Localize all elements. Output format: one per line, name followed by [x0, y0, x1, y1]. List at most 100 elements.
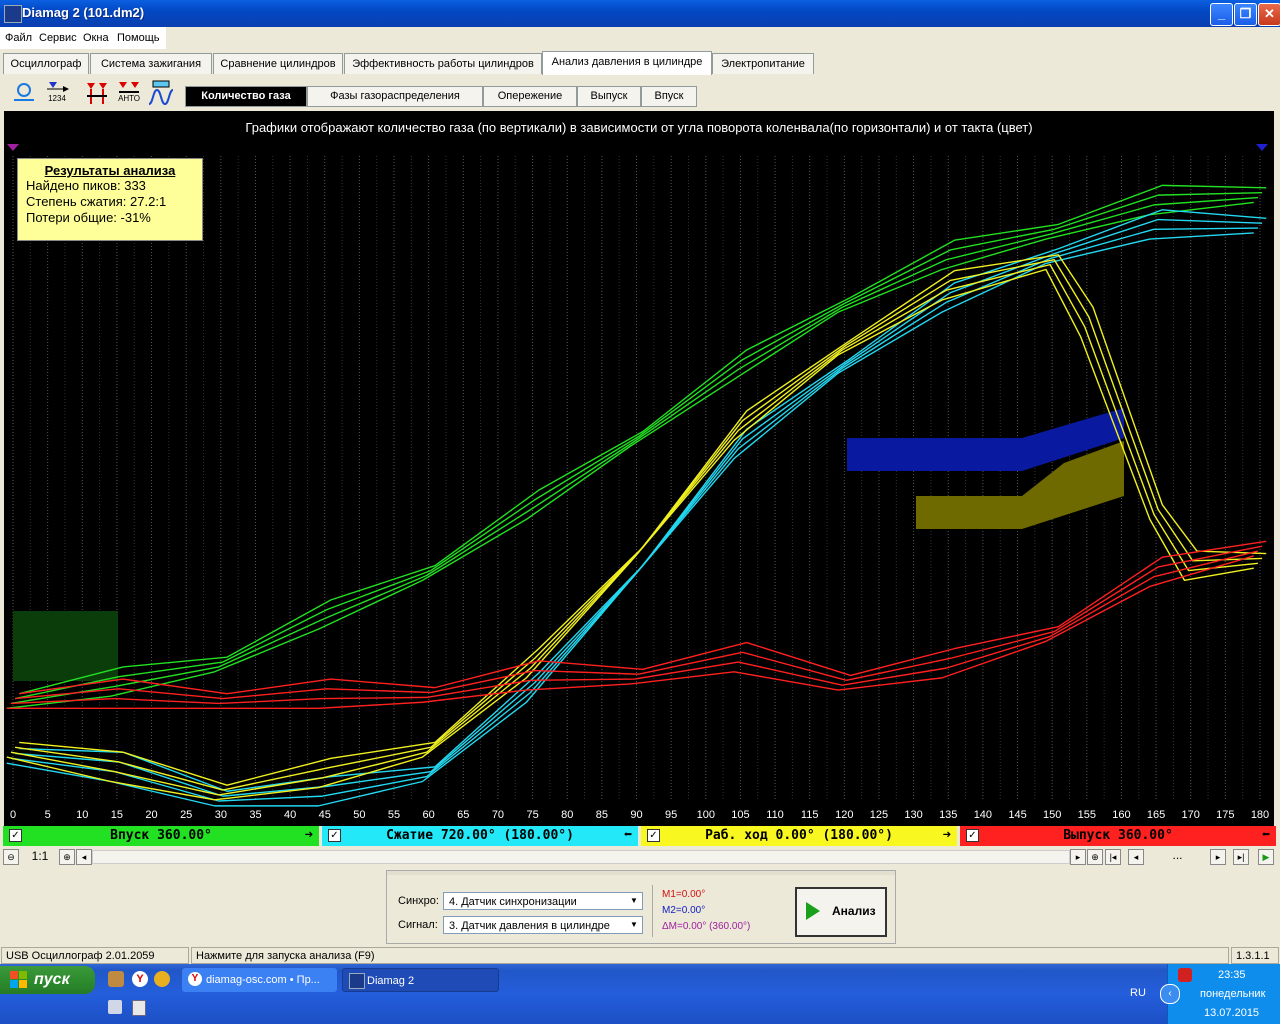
language-indicator[interactable]: RU: [1130, 987, 1146, 999]
x-tick-label: 60: [422, 809, 435, 821]
phase-intake-bar[interactable]: ✓ Впуск 360.00° ➜: [3, 826, 319, 846]
subtab-exhaust[interactable]: Выпуск: [577, 86, 641, 107]
tab-oscilloscope[interactable]: Осциллограф: [3, 53, 89, 74]
intake-region: [13, 611, 118, 681]
menu-help[interactable]: Помощь: [117, 32, 160, 44]
clock-date: 13.07.2015: [1204, 1007, 1260, 1019]
maximize-button[interactable]: ❐: [1234, 3, 1257, 26]
prev-frame-icon[interactable]: ◂: [1128, 849, 1144, 865]
results-losses: Потери общие: -31%: [26, 210, 151, 225]
markers-icon[interactable]: [83, 80, 111, 106]
x-tick-label: 40: [283, 809, 297, 821]
clock-time[interactable]: 23:35: [1218, 969, 1246, 981]
tab-cylinder-efficiency[interactable]: Эффективность работы цилиндров: [344, 53, 542, 74]
x-tick-label: 30: [214, 809, 227, 821]
task-diamag[interactable]: Diamag 2: [342, 968, 499, 992]
x-tick-label: 165: [1146, 809, 1166, 821]
sync-value: 4. Датчик синхронизации: [449, 896, 577, 908]
tab-cylinder-compare[interactable]: Сравнение цилиндров: [213, 53, 343, 74]
x-tick-label: 70: [491, 809, 505, 821]
signal-value: 3. Датчик давления в цилиндре: [449, 920, 610, 932]
chevron-down-icon[interactable]: ▼: [626, 893, 642, 909]
app-icon: [349, 973, 365, 989]
scroll-right-icon[interactable]: ▸: [1070, 849, 1086, 865]
zoom-fit-icon[interactable]: ⊕: [1087, 849, 1103, 865]
tray-expand-icon[interactable]: ‹: [1160, 984, 1180, 1004]
sync-select[interactable]: 4. Датчик синхронизации ▼: [443, 892, 643, 910]
x-tick-label: 15: [110, 809, 124, 821]
yandex-browser-icon[interactable]: Y: [132, 971, 148, 987]
quicklaunch-settings-icon[interactable]: [108, 1000, 122, 1014]
cylinder-order-icon[interactable]: 1234: [43, 80, 71, 106]
waveform-icon[interactable]: [147, 80, 175, 106]
x-tick-label: 155: [1077, 809, 1096, 821]
x-tick-label: 175: [1216, 809, 1235, 821]
phase-compression-bar[interactable]: ✓ Сжатие 720.00° (180.00°) ⬅: [322, 826, 638, 846]
arrow-left-icon[interactable]: ⬅: [624, 827, 632, 843]
marker-delta: ΔM=0.00° (360.00°): [662, 921, 751, 932]
arrow-left-icon[interactable]: ⬅: [1262, 827, 1270, 843]
x-tick-label: 160: [1112, 809, 1131, 821]
analysis-results-box: Результаты анализа Найдено пиков: 333 Ст…: [17, 158, 203, 241]
task-diamag-label: Diamag 2: [367, 975, 415, 987]
arrow-right-icon[interactable]: ➜: [943, 827, 951, 843]
zoom-out-icon[interactable]: ⊖: [3, 849, 19, 865]
timeline-scrollbar[interactable]: [92, 850, 1070, 864]
play-icon[interactable]: ▶: [1258, 849, 1274, 865]
x-tick-label: 100: [696, 809, 715, 821]
series-line-1: [6, 232, 1254, 807]
zoom-in-icon[interactable]: ⊕: [59, 849, 75, 865]
window-title: Diamag 2 (101.dm2): [22, 5, 145, 20]
title-bar[interactable]: Diamag 2 (101.dm2) _ ❐ ✕: [0, 0, 1280, 27]
minimize-button[interactable]: _: [1210, 3, 1233, 26]
x-tick-label: 115: [800, 809, 819, 821]
cylinder-view-icon[interactable]: [10, 80, 38, 106]
subtab-intake[interactable]: Впуск: [641, 86, 697, 107]
x-tick-label: 105: [731, 809, 750, 821]
scroll-left-icon[interactable]: ◂: [76, 849, 92, 865]
tray-app-icon[interactable]: [1178, 968, 1192, 982]
chevron-down-icon[interactable]: ▼: [626, 917, 642, 933]
signal-label: Сигнал:: [398, 919, 438, 931]
arrow-right-icon[interactable]: ➜: [305, 827, 313, 843]
next-frame-icon[interactable]: ▸: [1210, 849, 1226, 865]
subtab-advance[interactable]: Опережение: [483, 86, 577, 107]
phase-power-bar[interactable]: ✓ Раб. ход 0.00° (180.00°) ➜: [641, 826, 957, 846]
quicklaunch-app-icon[interactable]: [108, 971, 124, 987]
phase-intake-label: Впуск 360.00°: [110, 828, 212, 843]
close-button[interactable]: ✕: [1258, 3, 1280, 26]
start-button[interactable]: пуск: [0, 966, 95, 994]
phase-exhaust-bar[interactable]: ✓ Выпуск 360.00° ⬅: [960, 826, 1276, 846]
x-tick-label: 75: [526, 809, 539, 821]
quicklaunch-document-icon[interactable]: [132, 1000, 146, 1016]
x-tick-label: 95: [665, 809, 678, 821]
menu-windows[interactable]: Окна: [83, 32, 109, 44]
panel-splitter[interactable]: [387, 871, 895, 875]
chrome-icon[interactable]: [154, 971, 170, 987]
signal-select[interactable]: 3. Датчик давления в цилиндре ▼: [443, 916, 643, 934]
marker-m1: M1=0.00°: [662, 889, 706, 900]
tab-ignition[interactable]: Система зажигания: [90, 53, 212, 74]
menu-file[interactable]: Файл: [5, 32, 32, 44]
analyze-label: Анализ: [832, 904, 876, 918]
task-browser[interactable]: Y diamag-osc.com • Пр...: [182, 968, 337, 992]
auto-markers-icon[interactable]: АНТО: [115, 80, 143, 106]
subtab-valve-timing[interactable]: Фазы газораспределения: [307, 86, 483, 107]
right-marker-icon[interactable]: [1256, 144, 1268, 151]
analyze-button[interactable]: Анализ: [795, 887, 887, 937]
x-tick-label: 35: [249, 809, 262, 821]
last-frame-icon[interactable]: ▸|: [1233, 849, 1249, 865]
main-tabs: Осциллограф Система зажигания Сравнение …: [0, 51, 1280, 75]
x-tick-label: 80: [561, 809, 574, 821]
menu-service[interactable]: Сервис: [39, 32, 77, 44]
series-line-2: [10, 263, 1258, 796]
analysis-subtabs: Количество газа Фазы газораспределения О…: [185, 86, 705, 108]
first-frame-icon[interactable]: |◂: [1105, 849, 1121, 865]
subtab-gas-amount[interactable]: Количество газа: [185, 86, 307, 107]
phase-power-label: Раб. ход 0.00° (180.00°): [705, 828, 893, 843]
left-marker-icon[interactable]: [7, 144, 19, 151]
x-tick-label: 55: [387, 809, 401, 821]
app-icon[interactable]: [4, 5, 22, 23]
tab-pressure-analysis[interactable]: Анализ давления в цилиндре: [542, 51, 712, 75]
tab-power[interactable]: Электропитание: [712, 53, 814, 74]
